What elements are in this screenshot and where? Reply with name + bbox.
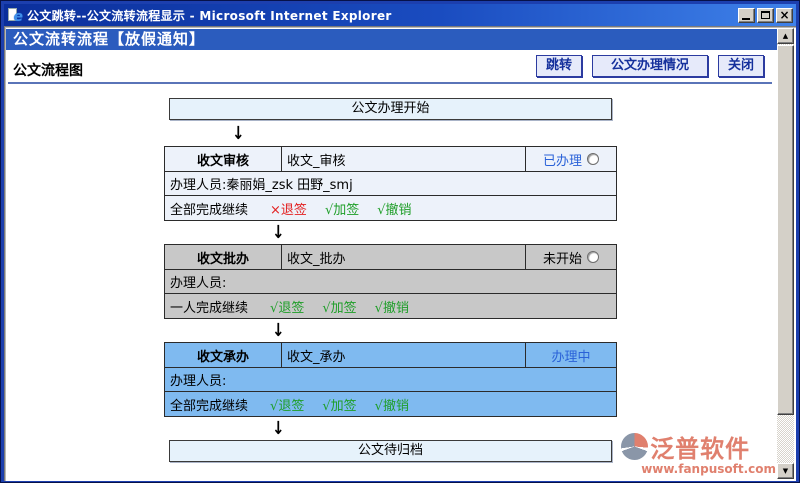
step-status-cell: 办理中 [526, 343, 616, 367]
step-status-cell: 已办理 [526, 147, 616, 171]
minimize-icon [742, 18, 750, 20]
step-rules-row: 全部完成继续 √退签 √加签 √撤销 [165, 392, 616, 416]
step-name: 收文批办 [165, 245, 282, 269]
down-arrow-icon: ↓ [232, 124, 245, 142]
fanpu-logo-url: www.fanpusoft.com [621, 462, 776, 476]
title-bar: e 公文跳转--公文流转流程显示 - Microsoft Internet Ex… [4, 4, 796, 26]
down-arrow-icon: ↓ [272, 322, 285, 340]
vertical-scrollbar[interactable]: ▲ ▼ [777, 28, 794, 479]
action-revoke: √撤销 [377, 199, 411, 218]
window-controls: × [738, 8, 793, 23]
step-table-approve: 收文批办 收文_批办 未开始 办理人员: 一人完成继续 √退签 √加签 √撤销 [164, 244, 617, 319]
scroll-up-button[interactable]: ▲ [777, 28, 794, 44]
step-name: 收文承办 [165, 343, 282, 367]
close-icon: × [779, 10, 789, 21]
step-rules-row: 一人完成继续 √退签 √加签 √撤销 [165, 294, 616, 318]
browser-window: e 公文跳转--公文流转流程显示 - Microsoft Internet Ex… [0, 0, 800, 483]
step-status-radio[interactable] [587, 251, 599, 263]
step-rules-row: 全部完成继续 ×退签 √加签 √撤销 [165, 196, 616, 220]
step-table-undertake: 收文承办 收文_承办 办理中 办理人员: 全部完成继续 √退签 √加签 √撤销 [164, 342, 617, 417]
step-staff: 办理人员:秦丽娟_zsk 田野_smj [165, 172, 616, 196]
internet-explorer-icon: e [7, 7, 23, 23]
close-page-button[interactable]: 关闭 [718, 55, 764, 77]
action-revoke: √撤销 [375, 297, 409, 316]
step-rule: 全部完成继续 [170, 395, 248, 414]
flow-start-box: 公文办理开始 [169, 98, 612, 120]
step-status: 办理中 [551, 346, 590, 365]
window-title: 公文跳转--公文流转流程显示 - Microsoft Internet Expl… [27, 7, 738, 24]
step-header-row: 收文批办 收文_批办 未开始 [165, 245, 616, 270]
step-table-review: 收文审核 收文_审核 已办理 办理人员:秦丽娟_zsk 田野_smj 全部完成继… [164, 146, 617, 221]
scrollbar-thumb[interactable] [777, 45, 794, 415]
step-name: 收文审核 [165, 147, 282, 171]
flow-diagram: 公文办理开始 ↓ 收文审核 收文_审核 已办理 办理人员:秦丽娟_zsk 田野_… [164, 98, 617, 462]
step-code: 收文_承办 [282, 343, 526, 367]
flow-end-box: 公文待归档 [169, 440, 612, 462]
step-code: 收文_批办 [282, 245, 526, 269]
step-rule: 全部完成继续 [170, 199, 248, 218]
action-return-sign: ×退签 [270, 199, 307, 218]
step-code: 收文_审核 [282, 147, 526, 171]
toolbar: 跳转 公文办理情况 关闭 [536, 55, 764, 77]
action-add-sign: √加签 [322, 395, 356, 414]
jump-button[interactable]: 跳转 [536, 55, 582, 77]
page-title: 公文流转流程【放假通知】 [6, 29, 777, 50]
action-return-sign: √退签 [270, 395, 304, 414]
fanpu-logo: 泛普软件 www.fanpusoft.com [621, 429, 776, 476]
page-content: 公文流转流程【放假通知】 公文流程图 跳转 公文办理情况 关闭 公文办理开始 ↓… [4, 26, 796, 481]
step-rule: 一人完成继续 [170, 297, 248, 316]
divider-line [8, 82, 772, 84]
fanpu-logo-icon [621, 433, 648, 460]
step-status: 未开始 [543, 248, 582, 267]
fanpu-logo-name: 泛普软件 [650, 429, 750, 464]
down-arrow-icon: ↓ [272, 224, 285, 242]
step-staff: 办理人员: [165, 270, 616, 294]
close-button[interactable]: × [776, 8, 793, 23]
doc-process-status-button[interactable]: 公文办理情况 [592, 55, 708, 77]
section-title: 公文流程图 [13, 60, 83, 80]
action-revoke: √撤销 [375, 395, 409, 414]
step-header-row: 收文承办 收文_承办 办理中 [165, 343, 616, 368]
step-staff: 办理人员: [165, 368, 616, 392]
action-add-sign: √加签 [325, 199, 359, 218]
step-status-radio[interactable] [587, 153, 599, 165]
step-status-cell: 未开始 [526, 245, 616, 269]
action-return-sign: √退签 [270, 297, 304, 316]
step-header-row: 收文审核 收文_审核 已办理 [165, 147, 616, 172]
down-arrow-icon: ↓ [272, 420, 285, 438]
action-add-sign: √加签 [322, 297, 356, 316]
maximize-button[interactable] [757, 8, 774, 23]
minimize-button[interactable] [738, 8, 755, 23]
step-status: 已办理 [543, 150, 582, 169]
maximize-icon [761, 11, 770, 19]
scroll-down-button[interactable]: ▼ [777, 463, 794, 479]
